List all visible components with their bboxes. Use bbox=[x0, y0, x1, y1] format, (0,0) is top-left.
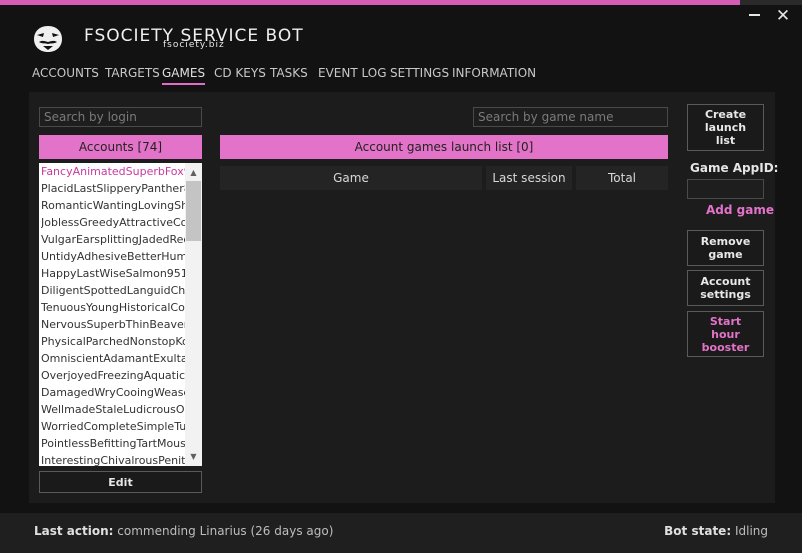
account-list-item[interactable]: FancyAnimatedSuperbFox9 bbox=[41, 163, 185, 180]
account-list-item[interactable]: TenuousYoungHistoricalCo bbox=[41, 299, 185, 316]
game-search-input[interactable] bbox=[473, 107, 668, 127]
accounts-header: Accounts [74] bbox=[39, 135, 202, 159]
account-list-item[interactable]: PointlessBefittingTartMouse bbox=[41, 435, 185, 452]
start-hour-booster-label-line: Start bbox=[709, 314, 742, 328]
last-action-label: Last action: bbox=[34, 524, 114, 538]
tab-settings[interactable]: SETTINGS bbox=[390, 66, 449, 80]
account-list-item[interactable]: UntidyAdhesiveBetterHum bbox=[41, 248, 185, 265]
scroll-down-icon[interactable]: ▼ bbox=[185, 448, 202, 465]
account-list-item[interactable]: NervousSuperbThinBeaver bbox=[41, 316, 185, 333]
close-icon[interactable]: ✕ bbox=[773, 6, 793, 26]
last-action-value: commending Linarius (26 days ago) bbox=[117, 524, 334, 538]
create-launch-list-button[interactable]: Create launch list bbox=[687, 104, 764, 151]
account-list-item[interactable]: PlacidLastSlipperyPanther8 bbox=[41, 180, 185, 197]
edit-account-button[interactable]: Edit bbox=[39, 471, 202, 493]
bot-state-label: Bot state: bbox=[664, 524, 732, 538]
tab-event-log[interactable]: EVENT LOG bbox=[318, 66, 387, 80]
account-list-item[interactable]: WellmadeStaleLudicrousOr bbox=[41, 401, 185, 418]
start-hour-booster-label-line: booster bbox=[701, 340, 750, 354]
remove-game-label-line: game bbox=[708, 248, 743, 261]
tab-tasks[interactable]: TASKS bbox=[270, 66, 308, 80]
tab-targets[interactable]: TARGETS bbox=[105, 66, 160, 80]
create-launch-list-label-line: launch bbox=[704, 121, 747, 134]
status-bar: Last action: commending Linarius (26 day… bbox=[0, 513, 802, 553]
scrollbar-thumb[interactable] bbox=[186, 181, 201, 241]
tab-games[interactable]: GAMES bbox=[162, 66, 206, 85]
column-header-last-session[interactable]: Last session bbox=[486, 166, 572, 190]
account-list-item[interactable]: DiligentSpottedLanguidChi bbox=[41, 282, 185, 299]
game-appid-label: Game AppID: bbox=[690, 161, 779, 175]
account-list-item[interactable]: OverjoyedFreezingAquaticC bbox=[41, 367, 185, 384]
app-subtitle: fsociety.biz bbox=[163, 40, 225, 50]
tab-cd-keys[interactable]: CD KEYS bbox=[214, 66, 266, 80]
scroll-up-icon[interactable]: ▲ bbox=[185, 164, 202, 181]
account-list-item[interactable]: InterestingChivalrousPenite bbox=[41, 452, 185, 466]
account-list-item[interactable]: JoblessGreedyAttractiveCo bbox=[41, 214, 185, 231]
account-list-item[interactable]: DamagedWryCooingWease bbox=[41, 384, 185, 401]
bot-state-value: Idling bbox=[734, 524, 768, 538]
account-settings-label-line: settings bbox=[700, 288, 751, 301]
bot-state-status: Bot state: Idling bbox=[664, 524, 768, 538]
remove-game-button[interactable]: Remove game bbox=[687, 230, 764, 266]
start-hour-booster-label-line: hour bbox=[711, 327, 740, 341]
add-game-link[interactable]: Add game bbox=[706, 203, 774, 217]
create-launch-list-label-line: Create bbox=[704, 108, 747, 121]
account-list-item[interactable]: RomanticWantingLovingShr bbox=[41, 197, 185, 214]
accounts-scrollbar[interactable]: ▲ ▼ bbox=[185, 163, 202, 466]
tab-accounts[interactable]: ACCOUNTS bbox=[32, 66, 99, 80]
start-hour-booster-button[interactable]: Start hour booster bbox=[687, 311, 764, 357]
account-list-item[interactable]: WorriedCompleteSimpleTur bbox=[41, 418, 185, 435]
accounts-list[interactable]: FancyAnimatedSuperbFox9 PlacidLastSlippe… bbox=[39, 163, 202, 466]
account-settings-label-line: Account bbox=[700, 275, 751, 288]
column-header-game[interactable]: Game bbox=[220, 166, 482, 190]
last-action-status: Last action: commending Linarius (26 day… bbox=[34, 524, 333, 538]
remove-game-label-line: Remove bbox=[700, 235, 751, 248]
account-search-input[interactable] bbox=[39, 107, 202, 127]
account-list-item[interactable]: OmniscientAdamantExultan bbox=[41, 350, 185, 367]
launch-list-header: Account games launch list [0] bbox=[220, 135, 668, 159]
column-header-total[interactable]: Total bbox=[576, 166, 668, 190]
create-launch-list-label-line: list bbox=[715, 134, 736, 147]
edit-button-label: Edit bbox=[108, 475, 133, 489]
account-list-item[interactable]: HappyLastWiseSalmon951 bbox=[41, 265, 185, 282]
tab-information[interactable]: INFORMATION bbox=[452, 66, 536, 80]
account-list-item[interactable]: VulgarEarsplittingJadedRed bbox=[41, 231, 185, 248]
fsociety-mask-icon bbox=[34, 26, 62, 52]
game-appid-input[interactable] bbox=[687, 179, 764, 199]
account-list-item[interactable]: PhysicalParchedNonstopKo bbox=[41, 333, 185, 350]
minimize-icon[interactable] bbox=[749, 14, 760, 16]
account-settings-button[interactable]: Account settings bbox=[687, 270, 764, 306]
